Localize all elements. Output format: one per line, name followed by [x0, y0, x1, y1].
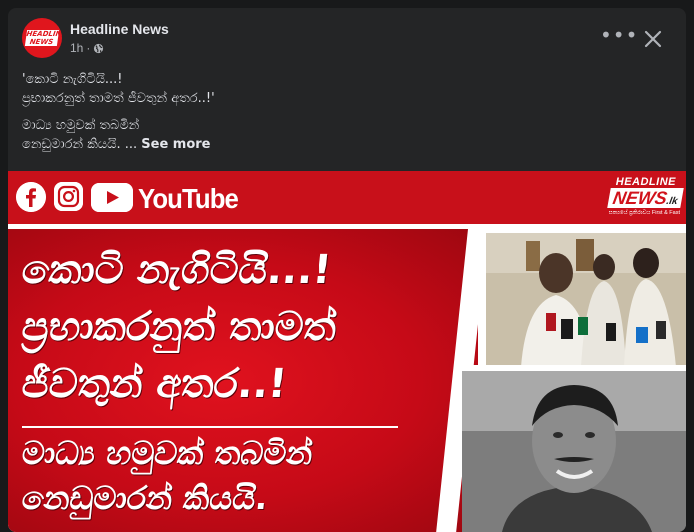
headline-panel: කොටි නැගිටියි...! ප්‍රභාකරනුත් තාමත් ජීව…: [8, 229, 478, 532]
headline-line-3: ජීවතුන් අතර..!: [19, 361, 290, 407]
post-text-line-4-text: නෙඩුමාරන් කියයි. ...: [22, 137, 138, 152]
headline-news-logo: HEADLINE NEWS.lk සත්‍යයේ ප්‍රතිරාවය Firs…: [576, 176, 684, 220]
post-header: HEADLINE NEWS Headline News 1h · •••: [8, 8, 686, 68]
meta-separator: ·: [86, 41, 91, 55]
page-name-link[interactable]: Headline News: [70, 21, 169, 37]
headline-line-1: කොටි නැගිටියි...!: [19, 247, 334, 293]
post-card: HEADLINE NEWS Headline News 1h · ••• 'කො…: [8, 8, 686, 532]
headline-line-5: නෙඩුමාරන් කියයි.: [20, 479, 270, 517]
globe-icon[interactable]: [93, 43, 104, 54]
youtube-wordmark: YouTube: [138, 183, 239, 214]
logo-line-1: HEADLINE: [615, 176, 676, 188]
post-meta: 1h ·: [70, 41, 104, 55]
facebook-icon: [16, 182, 46, 212]
post-text-line-3: මාධ්‍ය හමුවක් තබමින්: [22, 118, 140, 133]
logo-tagline: සත්‍යයේ ප්‍රතිරාවය First & Fast: [608, 210, 680, 216]
post-text-line-4: නෙඩුමාරන් කියයි. ... See more: [22, 135, 672, 154]
post-text-line-1: 'කොටි නැගිටියි...!: [22, 72, 123, 87]
portrait-photo: [462, 371, 686, 532]
social-banner: YouTube HEADLINE NEWS.lk සත්‍යයේ ප්‍රතිර…: [8, 171, 686, 224]
avatar[interactable]: HEADLINE NEWS: [22, 18, 62, 58]
logo-news: NEWS: [611, 188, 669, 208]
post-image[interactable]: YouTube HEADLINE NEWS.lk සත්‍යයේ ප්‍රතිර…: [8, 171, 686, 532]
headline-line-2: ප්‍රභාකරනුත් තාමත්: [19, 304, 339, 350]
post-text-line-2: ප්‍රභාකරනුත් තාමත් ජීවතුන් අතර..!': [22, 91, 215, 106]
headline-line-4: මාධ්‍ය හමුවක් තබමින්: [20, 434, 315, 472]
instagram-icon: [54, 182, 83, 211]
headline-divider: [22, 426, 398, 428]
avatar-logo-text: HEADLINE NEWS: [24, 30, 62, 46]
press-conference-photo: [486, 233, 686, 367]
logo-domain: .lk: [665, 196, 679, 207]
logo-line-2: NEWS.lk: [607, 188, 684, 208]
post-text: 'කොටි නැගිටියි...! ප්‍රභාකරනුත් තාමත් ජී…: [22, 70, 672, 154]
see-more-link[interactable]: See more: [141, 137, 210, 152]
more-options-button[interactable]: •••: [600, 25, 637, 52]
post-time[interactable]: 1h: [70, 41, 83, 55]
youtube-icon: [91, 183, 133, 212]
close-icon[interactable]: [640, 26, 666, 52]
